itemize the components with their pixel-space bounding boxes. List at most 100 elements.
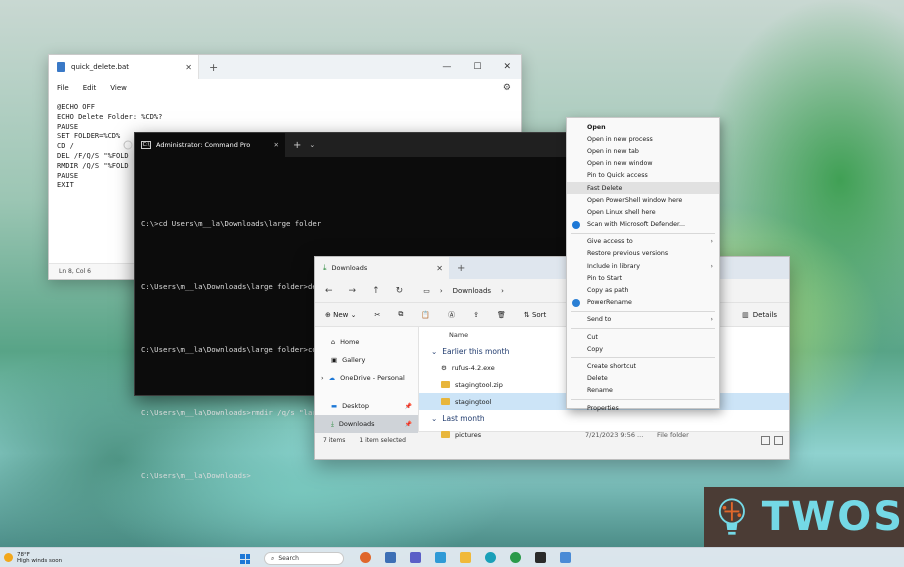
menu-item-label: Open in new process [587,135,653,143]
menu-item-open-in-new-window[interactable]: Open in new window [567,158,719,170]
breadcrumb-downloads[interactable]: Downloads [453,287,491,295]
watermark-text: TWOS [761,494,904,540]
close-icon[interactable]: ✕ [274,141,279,149]
terminal-titlebar[interactable]: C:\ Administrator: Command Pro ✕ + ⌄ [135,133,579,157]
menu-item-delete[interactable]: Delete [567,373,719,385]
watermark: TWOS [704,487,904,547]
notepad-menubar: File Edit View ⚙ [49,79,521,97]
home-icon: ⌂ [331,338,336,346]
nav-item-home[interactable]: ⌂ Home [315,333,418,351]
paste-icon[interactable]: 📋 [421,311,430,319]
menu-item-create-shortcut[interactable]: Create shortcut [567,360,719,372]
cut-icon[interactable]: ✂ [374,311,380,319]
menu-item-label: Open PowerShell window here [587,196,683,204]
menu-item-label: Open [587,123,606,131]
maximize-icon[interactable]: ☐ [473,62,481,72]
file-explorer-app-icon[interactable] [460,552,471,563]
menu-item-give-access-to[interactable]: Give access to › [567,236,719,248]
rename-icon[interactable]: Ⓐ [448,310,455,320]
browser-app-icon[interactable] [510,552,521,563]
widgets-app-icon[interactable] [360,552,371,563]
menu-item-pin-to-start[interactable]: Pin to Start [567,272,719,284]
menu-item-open-in-new-process[interactable]: Open in new process [567,133,719,145]
forward-icon[interactable]: → [349,286,357,296]
share-icon[interactable]: ⇪ [473,311,479,319]
menu-item-open[interactable]: Open [567,121,719,133]
breadcrumb[interactable]: ▭ › Downloads › [423,287,504,295]
details-button[interactable]: ▥ Details [742,311,777,319]
menu-item-open-powershell-window-here[interactable]: Open PowerShell window here [567,194,719,206]
close-icon[interactable]: ✕ [436,264,443,273]
notepad-app-icon[interactable] [560,552,571,563]
notepad-tab[interactable]: quick_delete.bat ✕ [49,55,199,79]
new-tab-icon[interactable]: + [293,140,301,151]
nav-item-desktop[interactable]: ▬ Desktop 📌 [315,397,418,415]
menu-item-scan-with-microsoft-defender[interactable]: Scan with Microsoft Defender... [567,219,719,231]
start-button[interactable] [240,554,250,564]
notepad-titlebar[interactable]: quick_delete.bat ✕ + — ☐ ✕ [49,55,521,79]
nav-item-downloads[interactable]: ⤓ Downloads 📌 [315,415,418,433]
menu-edit[interactable]: Edit [83,84,97,92]
up-icon[interactable]: ↑ [372,286,380,296]
new-button[interactable]: ⊕ New ⌄ [325,311,356,319]
back-icon[interactable]: ← [325,286,333,296]
menu-file[interactable]: File [57,84,69,92]
nav-item-onedrive[interactable]: › ☁ OneDrive - Personal [315,369,418,387]
sort-button[interactable]: ⇅ Sort [524,311,546,319]
menu-item-include-in-library[interactable]: Include in library › [567,260,719,272]
menu-item-cut[interactable]: Cut [567,331,719,343]
nav-item-label: Gallery [342,356,366,364]
menu-item-send-to[interactable]: Send to › [567,314,719,326]
file-name: rufus-4.2.exe [451,363,495,372]
taskview-app-icon[interactable] [385,552,396,563]
new-tab-icon[interactable]: + [457,263,465,274]
menu-item-label: Delete [587,375,608,383]
menu-item-powerrename[interactable]: PowerRename [567,297,719,309]
menu-view[interactable]: View [110,84,127,92]
windows-logo-icon [240,554,245,559]
menu-item-fast-delete[interactable]: Fast Delete [567,181,719,195]
selection-count: 1 item selected [359,437,406,444]
sort-button-label: Sort [531,310,547,319]
menu-separator [571,232,715,234]
menu-item-properties[interactable]: Properties [567,402,719,414]
new-tab-icon[interactable]: + [209,61,218,74]
file-row[interactable]: pictures 7/21/2023 9:56 ... File folder [419,426,789,443]
menu-item-copy-as-path[interactable]: Copy as path [567,284,719,296]
explorer-tab-title: Downloads [331,264,368,272]
file-name: stagingtool [455,397,492,406]
edge-app-icon[interactable] [485,552,496,563]
menu-item-rename[interactable]: Rename [567,385,719,397]
powerrename-icon [572,298,580,307]
menu-item-restore-previous-versions[interactable]: Restore previous versions [567,248,719,260]
gear-icon[interactable]: ⚙ [503,83,511,93]
weather-widget[interactable]: 78°F High winds soon [0,552,62,564]
delete-icon[interactable]: 🗑 [497,311,506,319]
file-date: 7/21/2023 9:56 ... [585,430,644,439]
close-icon[interactable]: ✕ [185,63,192,72]
taskbar-search[interactable]: ⌕ Search [264,552,344,565]
menu-item-pin-to-quick-access[interactable]: Pin to Quick access [567,170,719,182]
chevron-right-icon: › [710,238,713,246]
details-button-label: Details [752,310,777,319]
store-app-icon[interactable] [435,552,446,563]
copy-icon[interactable]: ⧉ [398,310,403,319]
menu-item-label: Fast Delete [587,184,623,192]
minimize-icon[interactable]: — [442,62,451,72]
explorer-tab[interactable]: ⤓ Downloads ✕ [315,257,449,279]
menu-item-open-linux-shell-here[interactable]: Open Linux shell here [567,206,719,218]
refresh-icon[interactable]: ↻ [396,286,404,296]
terminal-app-icon[interactable] [535,552,546,563]
menu-item-label: Restore previous versions [587,250,669,258]
terminal-tab-title: Administrator: Command Pro [156,141,251,149]
chat-app-icon[interactable] [410,552,421,563]
menu-item-copy[interactable]: Copy [567,343,719,355]
close-window-icon[interactable]: ✕ [503,62,511,72]
menu-item-label: Open in new window [587,160,653,168]
menu-item-open-in-new-tab[interactable]: Open in new tab [567,145,719,157]
nav-item-gallery[interactable]: ▣ Gallery [315,351,418,369]
menu-item-label: Include in library [587,262,640,270]
terminal-tab[interactable]: C:\ Administrator: Command Pro ✕ [135,133,285,157]
chevron-right-icon[interactable]: › [321,374,324,382]
chevron-down-icon[interactable]: ⌄ [309,141,315,149]
